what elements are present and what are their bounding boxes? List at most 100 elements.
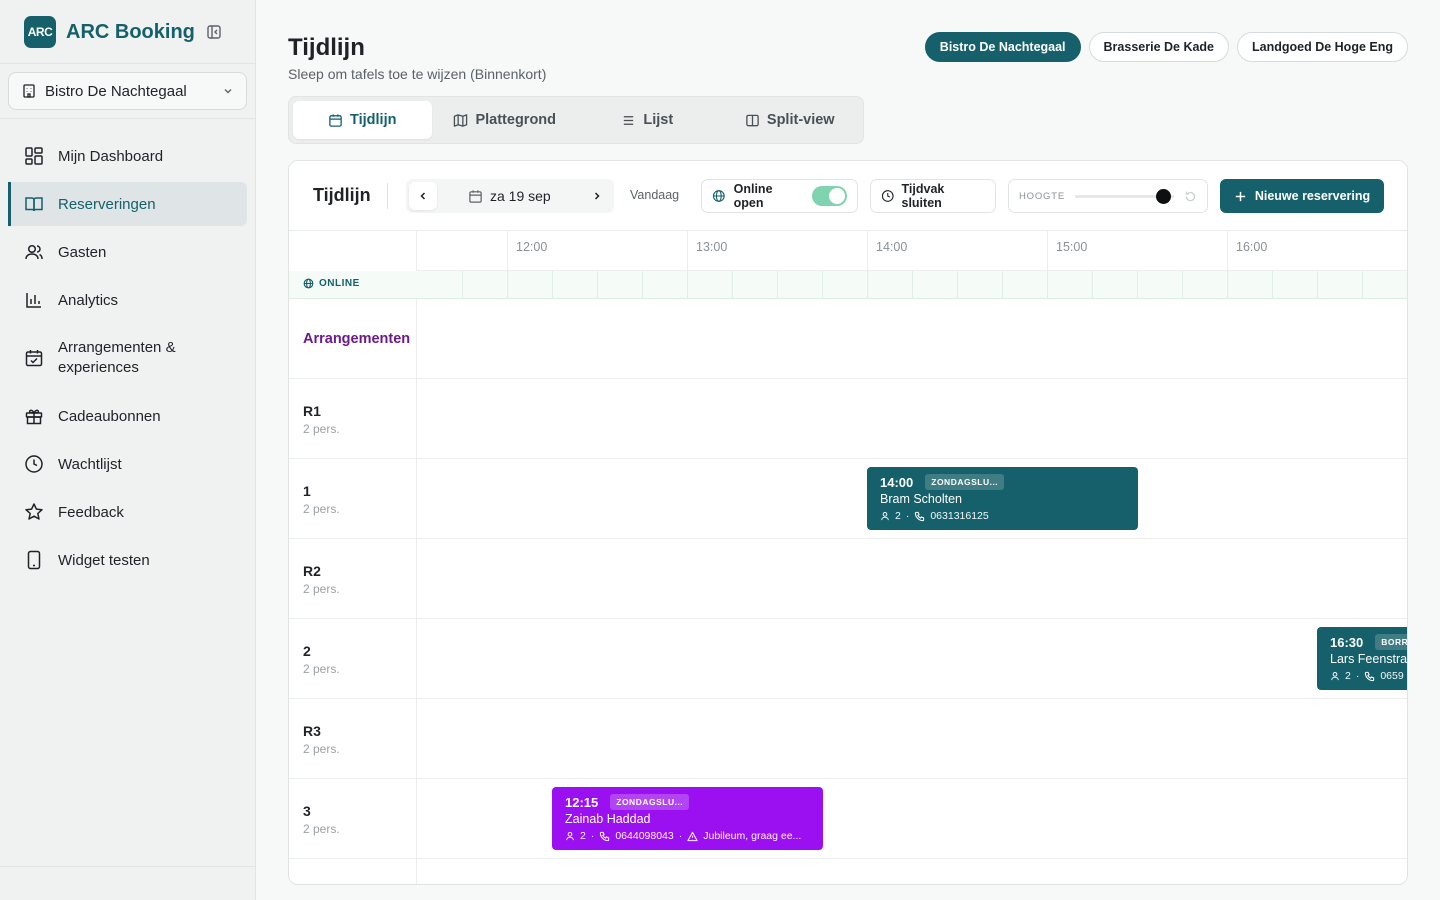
sidebar-item-label: Gasten [58,243,107,261]
sidebar-item-widget-testen[interactable]: Widget testen [8,538,247,582]
online-slot-cell[interactable] [552,271,553,299]
booking-time: 12:15 [565,794,599,810]
sidebar-item-label: Analytics [58,291,119,309]
slider-knob[interactable] [1156,188,1172,204]
online-slot-cell[interactable] [1272,271,1273,299]
venue-pill-landgoed[interactable]: Landgoed De Hoge Eng [1237,32,1408,62]
booking-meta: 2 · 0631316125 [880,510,1125,522]
sidebar-item-analytics[interactable]: Analytics [8,278,247,322]
booking-phone: 0659 [1380,670,1404,682]
booking-guest-name: Lars Feenstra [1330,652,1408,666]
map-icon [454,113,468,127]
online-slot-cell[interactable] [1092,271,1093,299]
sidebar-item-feedback[interactable]: Feedback [8,490,247,534]
brand[interactable]: ARC ARC Booking [24,16,195,48]
online-slot-cell[interactable] [642,271,643,299]
previous-day-button[interactable] [409,182,437,210]
new-reservation-button[interactable]: Nieuwe reservering [1220,179,1384,213]
table-label: 1 2 pers. [303,483,340,516]
table-capacity: 2 pers. [303,662,340,676]
sidebar-collapse-icon[interactable] [206,24,222,40]
online-slot-cell[interactable] [1227,271,1228,299]
booking-card[interactable]: 12:15 ZONDAGSLU... Zainab Haddad 2 · 064… [552,787,823,850]
person-icon [566,831,574,841]
table-row[interactable]: R1 2 pers. [289,379,1407,459]
online-slot-cell[interactable] [1407,271,1408,299]
online-slot-cell[interactable] [1137,271,1138,299]
online-slot-cell[interactable] [957,271,958,299]
online-slot-cell[interactable] [1002,271,1003,299]
booking-meta: 2 · 0644098043 · Jubileum, graag ee... [565,830,810,842]
reset-icon[interactable] [1184,190,1197,203]
list-icon [624,115,634,125]
table-row[interactable]: R3 2 pers. [289,699,1407,779]
page-subtitle: Sleep om tafels toe te wijzen (Binnenkor… [288,66,547,82]
toolbar-title: Tijdlijn [313,185,371,205]
booking-guest-name: Bram Scholten [880,492,962,506]
online-slot-cell[interactable] [777,271,778,299]
close-slot-button[interactable]: Tijdvak sluiten [870,179,996,213]
table-row[interactable]: 3 2 pers. 12:15 ZONDAGSLU... Zainab Hadd… [289,779,1407,859]
venue-select[interactable]: Bistro De Nachtegaal [8,72,247,110]
table-row[interactable]: R2 2 pers. [289,539,1407,619]
venue-select-value: Bistro De Nachtegaal [45,82,187,100]
new-reservation-label: Nieuwe reservering [1254,189,1371,203]
warning-icon [687,831,698,841]
online-slot-cell[interactable] [912,271,913,299]
tab-plattegrond[interactable]: Plattegrond [436,101,575,139]
sidebar-item-cadeaubonnen[interactable]: Cadeaubonnen [8,394,247,438]
meta-separator: · [590,830,595,842]
booking-phone: 0644098043 [615,830,674,842]
online-slot-cell[interactable] [507,271,508,299]
booking-phone: 0631316125 [930,510,989,522]
venue-pill-bistro[interactable]: Bistro De Nachtegaal [924,32,1081,62]
table-row[interactable]: 1 2 pers. 14:00 ZONDAGSLU... Bram Scholt… [289,459,1407,539]
online-slot-cell[interactable] [1317,271,1318,299]
booking-card[interactable]: 14:00 ZONDAGSLU... Bram Scholten 2 · 063… [867,467,1138,530]
venue-pill-brasserie[interactable]: Brasserie De Kade [1088,32,1230,62]
phone-icon [27,550,41,570]
table-capacity: 2 pers. [303,502,340,516]
calendar-icon [329,113,342,127]
table-name: R1 [303,403,321,419]
tab-label: Lijst [643,112,674,128]
row-height-slider[interactable] [1074,188,1174,204]
booking-meta: 2 · 0659 [1330,670,1404,682]
online-slot-cell[interactable] [462,271,463,299]
sidebar-item-arrangementen[interactable]: Arrangementen & experiences [8,326,247,390]
online-slot-cell[interactable] [867,271,868,299]
plus-icon [1235,191,1245,201]
person-icon [1331,671,1339,681]
sidebar-item-gasten[interactable]: Gasten [8,230,247,274]
date-picker[interactable]: za 19 sep [468,188,551,204]
booking-tag: BORRE [1375,634,1407,650]
time-label: 16:00 [1227,231,1267,271]
online-slot-cell[interactable] [687,271,688,299]
online-slot-cell[interactable] [1047,271,1048,299]
tab-lijst[interactable]: Lijst [578,101,717,139]
online-slot-cell[interactable] [1182,271,1183,299]
table-name: 1 [303,483,311,499]
table-row[interactable]: 2 2 pers. 16:30 BORRE Lars Feenstra 2 · … [289,619,1408,699]
toolbar-divider [387,183,388,209]
tab-label: Tijdlijn [350,112,397,128]
online-row-label: ONLINE [303,278,360,289]
next-day-button[interactable] [583,182,611,210]
online-slot-cell[interactable] [1362,271,1363,299]
sidebar-item-reserveringen[interactable]: Reserveringen [8,182,247,226]
today-button[interactable]: Vandaag [630,188,679,202]
tab-tijdlijn[interactable]: Tijdlijn [293,101,432,139]
sidebar-item-dashboard[interactable]: Mijn Dashboard [8,134,247,178]
booking-card[interactable]: 16:30 BORRE Lars Feenstra 2 · 0659 [1317,627,1408,690]
table-capacity: 2 pers. [303,742,340,756]
sidebar-item-wachtlijst[interactable]: Wachtlijst [8,442,247,486]
tab-split-view[interactable]: Split-view [721,101,860,139]
dashboard-icon [25,147,43,165]
online-slot-cell[interactable] [597,271,598,299]
online-row-text: ONLINE [319,278,360,289]
sidebar-item-label: Wachtlijst [58,455,122,473]
online-slot-cell[interactable] [732,271,733,299]
timeline-grid: 12:00 13:00 14:00 15:00 16:00 ONLINE Arr… [289,231,1408,884]
online-slot-cell[interactable] [822,271,823,299]
online-open-toggle[interactable] [811,186,847,206]
